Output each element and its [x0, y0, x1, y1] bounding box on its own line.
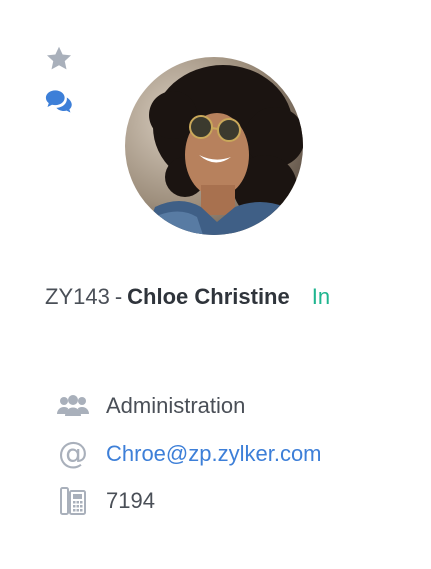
- name-separator: -: [114, 284, 123, 309]
- people-group-icon: [56, 389, 90, 423]
- employee-name: Chloe Christine: [127, 284, 290, 309]
- department-row: Administration: [56, 389, 245, 423]
- phone-row: 7194: [56, 484, 155, 518]
- star-icon[interactable]: [44, 44, 74, 74]
- employee-name-row: ZY143 - Chloe Christine In: [45, 284, 330, 310]
- at-sign-icon: @: [58, 436, 88, 471]
- email-link[interactable]: Chroe@zp.zylker.com: [106, 441, 322, 467]
- email-row: @ Chroe@zp.zylker.com: [56, 437, 322, 471]
- status-badge: In: [311, 284, 331, 309]
- desk-phone-icon: [56, 484, 90, 518]
- chat-bubbles-icon[interactable]: [44, 86, 74, 116]
- employee-profile-card: ZY143 - Chloe Christine In Administratio…: [0, 0, 431, 569]
- extension-text: 7194: [106, 488, 155, 513]
- department-text: Administration: [106, 393, 246, 418]
- employee-id: ZY143: [45, 284, 110, 309]
- avatar[interactable]: [125, 57, 303, 235]
